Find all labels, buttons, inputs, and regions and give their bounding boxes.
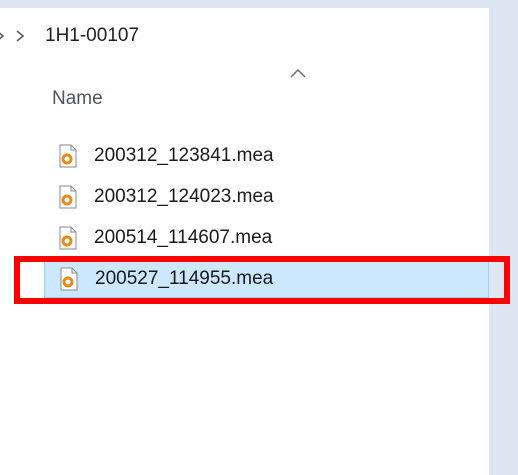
list-item-selected[interactable]: 200527_114955.mea <box>44 258 489 298</box>
list-item[interactable]: 200312_123841.mea <box>44 136 489 176</box>
file-name: 200312_124023.mea <box>94 186 274 207</box>
file-name: 200514_114607.mea <box>94 227 273 248</box>
mea-file-icon <box>59 144 77 168</box>
mea-file-icon <box>59 185 77 209</box>
name-column-header[interactable]: Name <box>52 88 103 110</box>
window-edge <box>0 0 518 8</box>
list-item[interactable]: 200514_114607.mea <box>44 218 489 258</box>
mea-file-icon <box>60 267 78 291</box>
breadcrumb-folder[interactable]: 1H1-00107 <box>45 25 139 47</box>
file-name: 200527_114955.mea <box>95 268 274 289</box>
scrollbar-track[interactable] <box>489 0 518 475</box>
chevron-right-icon <box>0 32 5 40</box>
sort-ascending-icon[interactable] <box>289 67 307 79</box>
mea-file-icon <box>59 226 77 250</box>
list-item[interactable]: 200312_124023.mea <box>44 177 489 217</box>
chevron-right-icon <box>16 30 25 42</box>
file-name: 200312_123841.mea <box>94 145 274 166</box>
